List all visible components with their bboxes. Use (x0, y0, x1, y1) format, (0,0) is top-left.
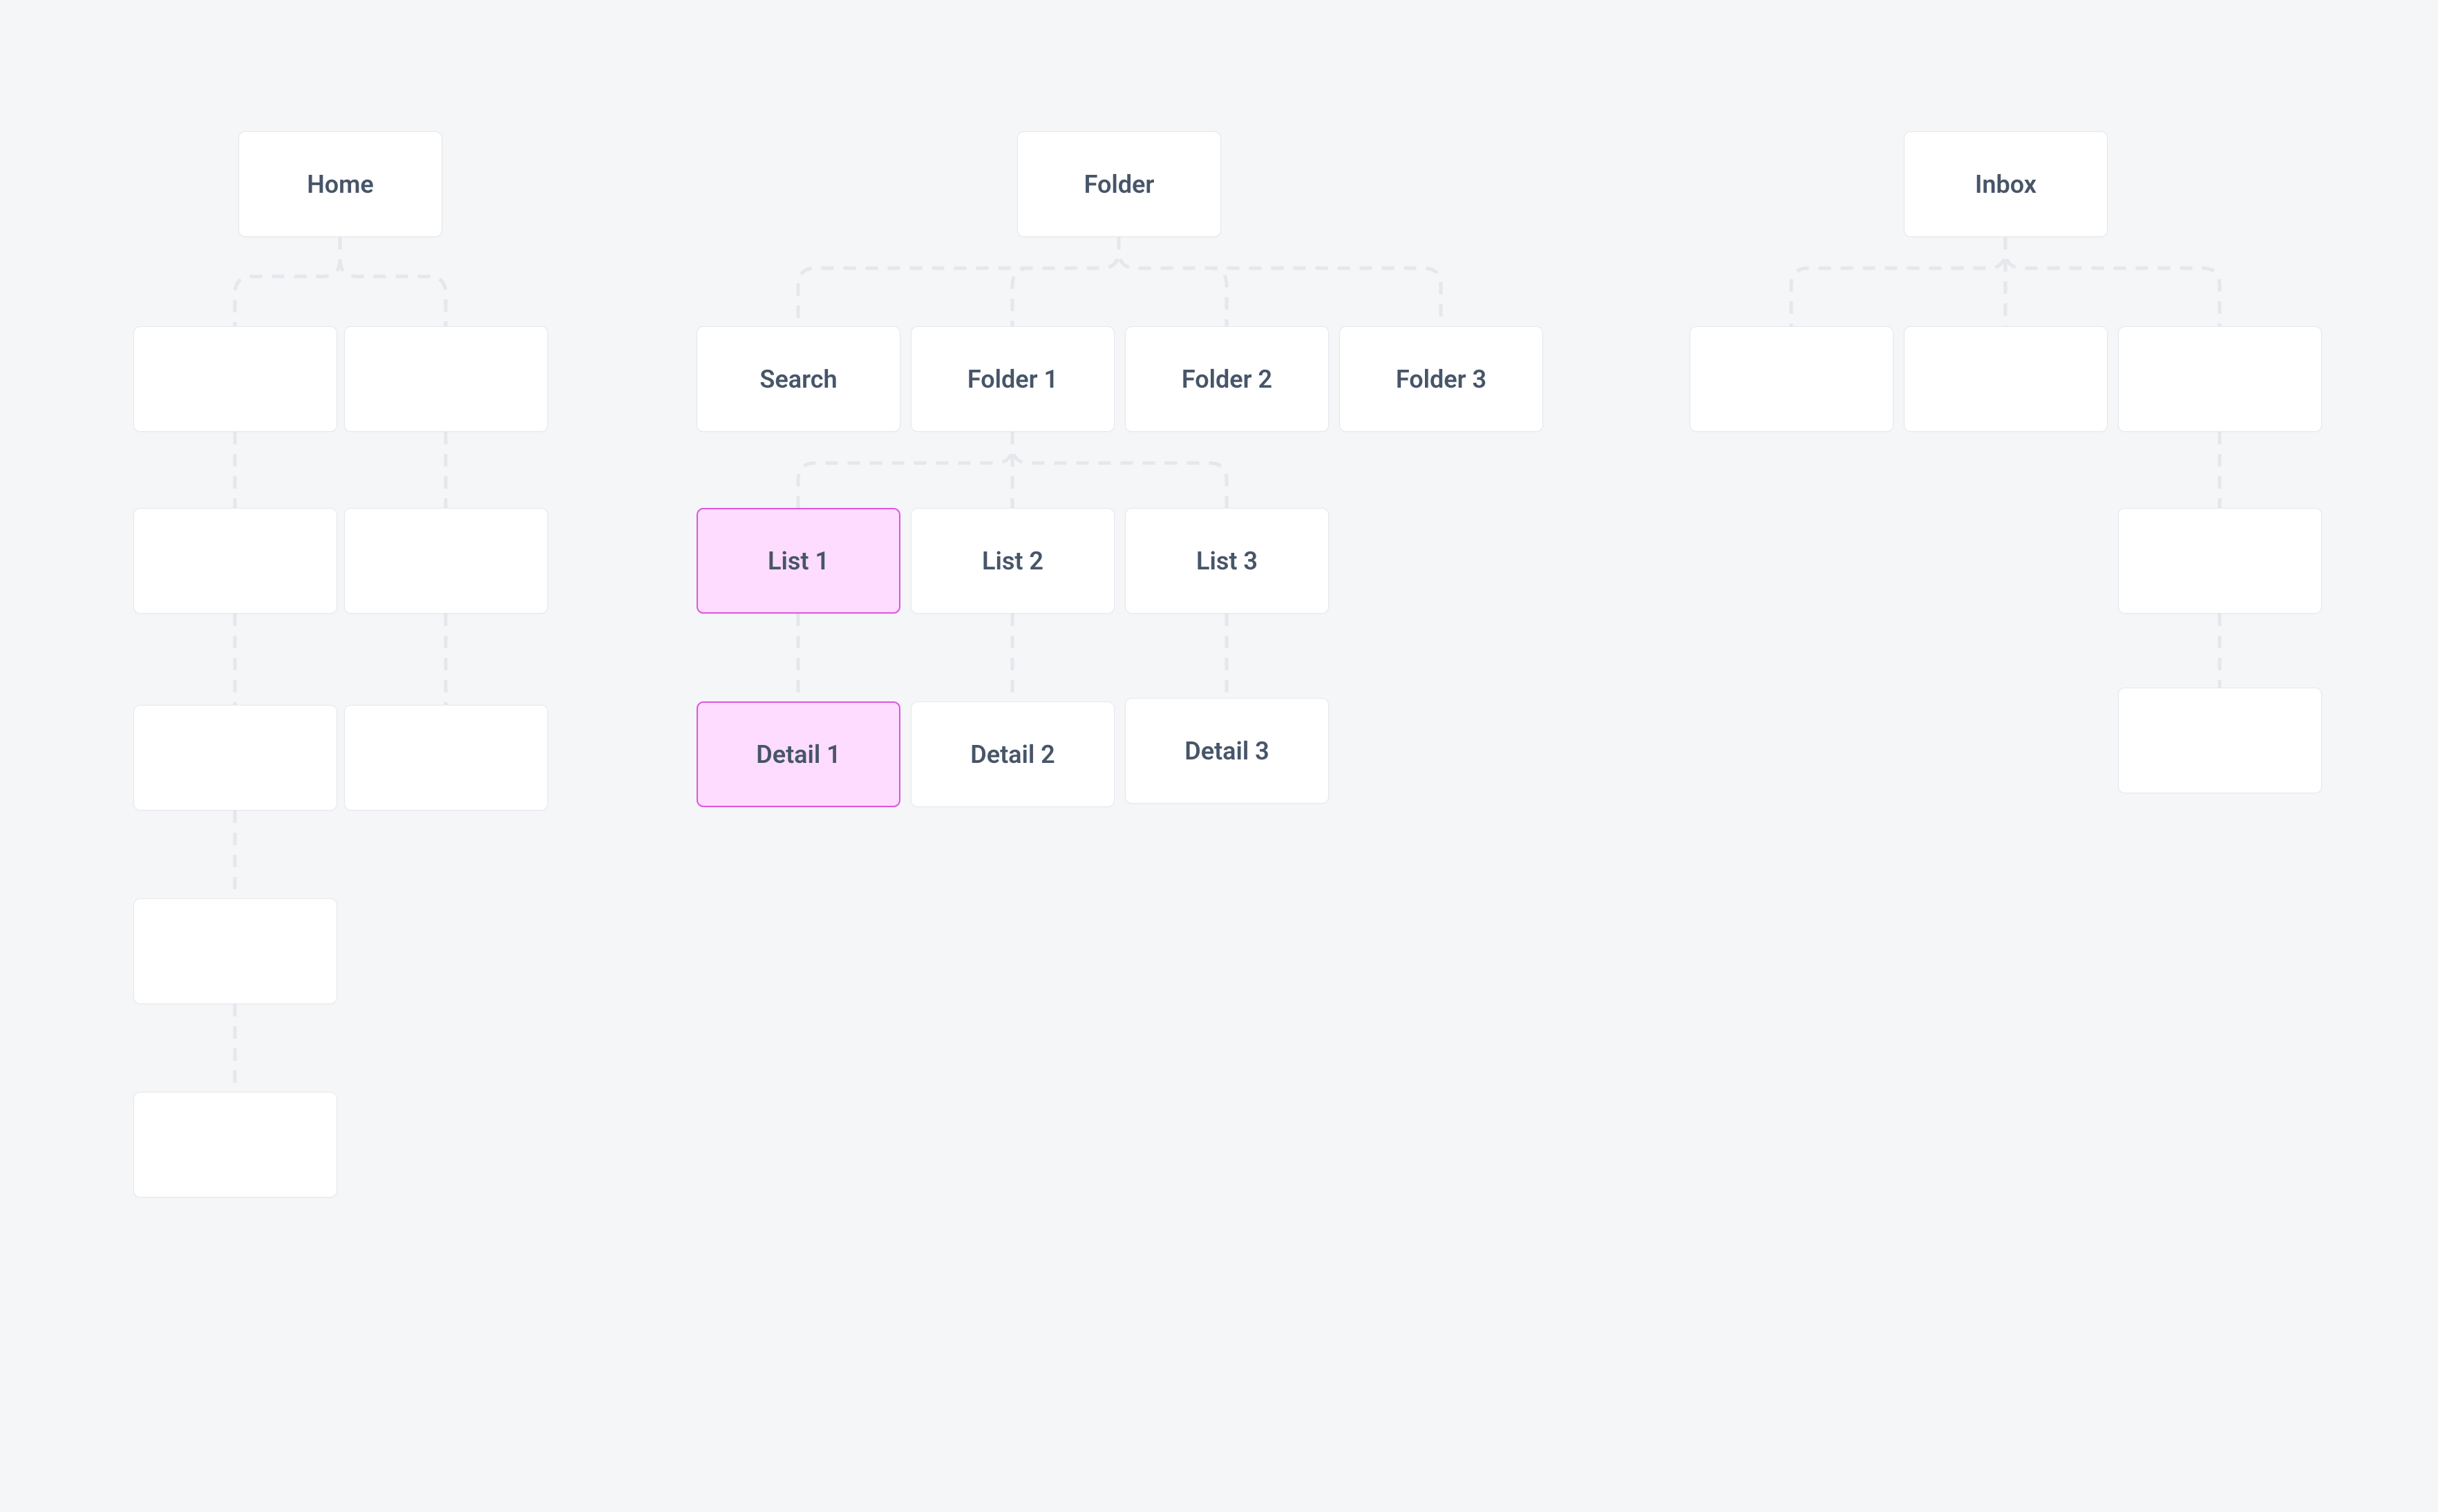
node-inbox-child-1[interactable] (1690, 326, 1893, 432)
node-home-child-1[interactable] (133, 326, 337, 432)
node-inbox-child-4[interactable] (2118, 508, 2322, 614)
node-list-2[interactable]: List 2 (911, 508, 1115, 614)
node-folder-3[interactable]: Folder 3 (1339, 326, 1543, 432)
node-home-child-5[interactable] (133, 705, 337, 811)
node-home-child-6[interactable] (344, 705, 548, 811)
node-folder[interactable]: Folder (1017, 131, 1221, 237)
node-folder-1[interactable]: Folder 1 (911, 326, 1115, 432)
node-inbox-child-3[interactable] (2118, 326, 2322, 432)
node-search[interactable]: Search (697, 326, 900, 432)
node-list-3[interactable]: List 3 (1125, 508, 1329, 614)
node-home-child-8[interactable] (133, 1092, 337, 1198)
node-folder-2[interactable]: Folder 2 (1125, 326, 1329, 432)
node-home-child-7[interactable] (133, 898, 337, 1004)
node-inbox[interactable]: Inbox (1904, 131, 2108, 237)
node-inbox-child-5[interactable] (2118, 688, 2322, 793)
node-home-child-2[interactable] (344, 326, 548, 432)
node-detail-3[interactable]: Detail 3 (1125, 698, 1329, 804)
diagram-canvas: Home Folder Search Folder 1 Folder 2 Fol… (0, 0, 2438, 1512)
node-home-child-3[interactable] (133, 508, 337, 614)
node-home[interactable]: Home (238, 131, 442, 237)
node-detail-1[interactable]: Detail 1 (697, 701, 900, 807)
node-inbox-child-2[interactable] (1904, 326, 2108, 432)
node-detail-2[interactable]: Detail 2 (911, 701, 1115, 807)
node-home-child-4[interactable] (344, 508, 548, 614)
node-list-1[interactable]: List 1 (697, 508, 900, 614)
